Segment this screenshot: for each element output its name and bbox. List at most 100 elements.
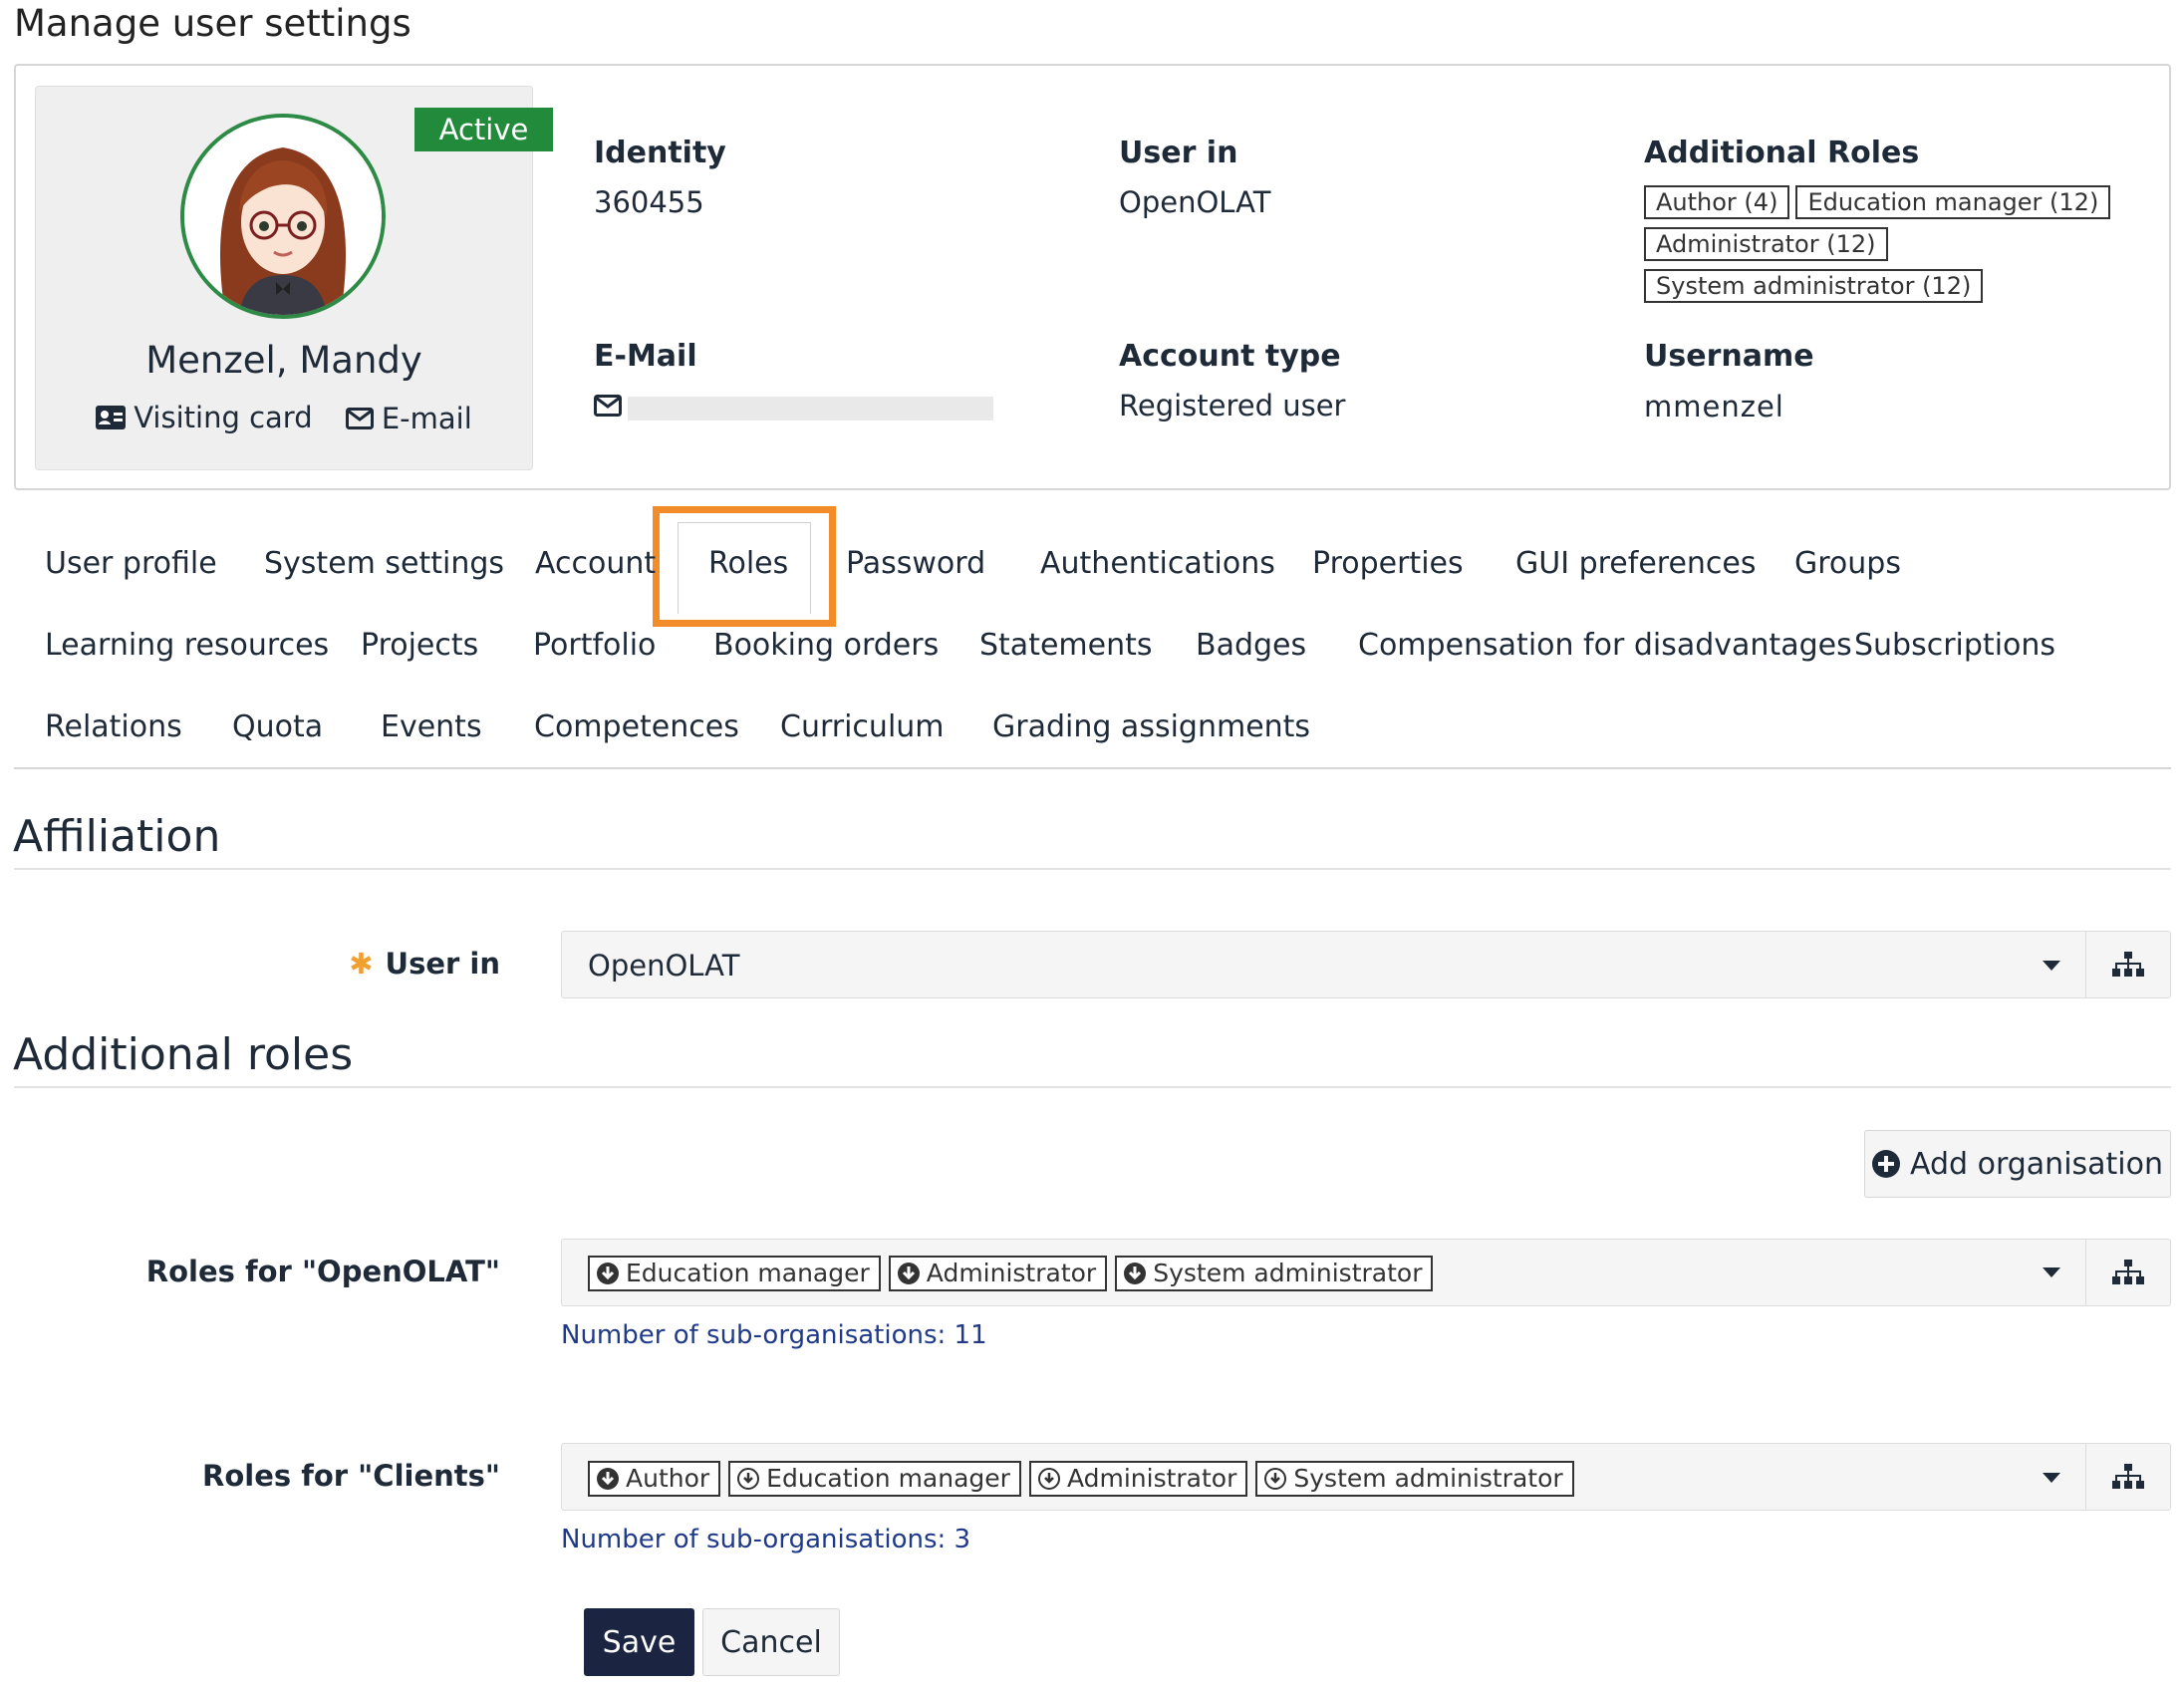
arrow-down-circle-icon [1124, 1263, 1147, 1284]
user-name: Menzel, Mandy [145, 339, 422, 382]
tab-compensation-for-disadvantages[interactable]: Compensation for disadvantages [1358, 628, 1852, 663]
role-chip-label: System administrator [1153, 1259, 1423, 1287]
sitemap-icon [2112, 1464, 2144, 1489]
role-tag: Education manager (12) [1795, 185, 2111, 219]
org-tree-button[interactable] [2085, 1239, 2171, 1306]
plus-circle-icon [1871, 1150, 1900, 1178]
user-in-label: User in [1119, 136, 1238, 170]
identity-label: Identity [594, 136, 726, 170]
tabs-divider [14, 767, 2171, 769]
sub-organisations-link[interactable]: Number of sub-organisations: 11 [561, 1320, 987, 1350]
tab-roles[interactable]: Roles [708, 546, 788, 581]
account-type-label: Account type [1119, 339, 1341, 374]
tab-gui-preferences[interactable]: GUI preferences [1515, 546, 1757, 581]
sitemap-icon [2112, 1260, 2144, 1284]
tab-groups[interactable]: Groups [1794, 546, 1901, 581]
tab-user-profile[interactable]: User profile [45, 546, 217, 581]
arrow-down-circle-icon [597, 1263, 619, 1284]
save-button[interactable]: Save [584, 1608, 694, 1676]
role-chip[interactable]: System administrator [1255, 1461, 1574, 1497]
role-chip[interactable]: Administrator [1028, 1461, 1248, 1497]
chevron-down-icon [2043, 1473, 2060, 1483]
arrow-down-circle-icon [597, 1468, 619, 1490]
id-card-icon [96, 406, 127, 429]
identity-value: 360455 [594, 185, 704, 219]
org-tree-button[interactable] [2085, 1443, 2171, 1511]
roles-openolat-chips: Education manager Administrator System a… [588, 1256, 1441, 1291]
role-chip[interactable]: Education manager [728, 1461, 1021, 1497]
role-chip-label: Administrator [926, 1259, 1097, 1287]
email-link[interactable]: E-mail [345, 402, 472, 435]
role-chip-label: Administrator [1066, 1464, 1237, 1493]
account-type-value: Registered user [1119, 389, 1346, 422]
email-link-label: E-mail [381, 402, 472, 435]
arrow-down-circle-outline-icon [1264, 1468, 1287, 1490]
role-chip-label: Education manager [626, 1259, 870, 1287]
role-chip[interactable]: Administrator [888, 1256, 1108, 1291]
roles-openolat-label: Roles for "OpenOLAT" [145, 1255, 500, 1288]
org-tree-button[interactable] [2085, 931, 2171, 998]
username-value: mmenzel [1644, 390, 1784, 423]
chevron-down-icon [2043, 961, 2060, 971]
envelope-icon [345, 408, 374, 429]
role-tag: Author (4) [1644, 185, 1790, 219]
tab-competences[interactable]: Competences [534, 709, 739, 744]
tab-projects[interactable]: Projects [361, 628, 478, 663]
visiting-card-label: Visiting card [134, 401, 313, 434]
add-organisation-label: Add organisation [1909, 1146, 2164, 1182]
user-card-links: Visiting card E-mail [35, 401, 533, 436]
arrow-down-circle-outline-icon [1037, 1468, 1060, 1490]
visiting-card-link[interactable]: Visiting card [96, 401, 313, 434]
tab-portfolio[interactable]: Portfolio [533, 628, 656, 663]
tab-authentications[interactable]: Authentications [1040, 546, 1275, 581]
envelope-icon [594, 395, 622, 417]
additional-roles-divider [14, 1086, 2171, 1088]
tab-relations[interactable]: Relations [45, 709, 182, 744]
email-label: E-Mail [594, 339, 697, 374]
additional-roles-tags: Author (4) Education manager (12) Adminis… [1644, 185, 2142, 311]
affiliation-user-in-label-text: User in [385, 947, 500, 981]
required-star-icon: ✱ [349, 947, 374, 981]
role-chip-label: Author [626, 1464, 710, 1493]
user-in-select[interactable] [561, 931, 2086, 998]
tab-password[interactable]: Password [846, 546, 985, 581]
tab-properties[interactable]: Properties [1312, 546, 1464, 581]
tab-account[interactable]: Account [535, 546, 656, 581]
additional-roles-title: Additional roles [13, 1029, 354, 1080]
affiliation-divider [14, 868, 2171, 870]
role-chip[interactable]: Education manager [588, 1256, 881, 1291]
affiliation-user-in-label: ✱ User in [279, 947, 500, 981]
redacted-email [628, 397, 993, 421]
tab-quota[interactable]: Quota [232, 709, 323, 744]
tab-events[interactable]: Events [381, 709, 482, 744]
sub-organisations-link[interactable]: Number of sub-organisations: 3 [561, 1525, 970, 1554]
tab-grading-assignments[interactable]: Grading assignments [992, 709, 1310, 744]
user-in-select-value: OpenOLAT [588, 949, 740, 983]
page-title: Manage user settings [14, 2, 411, 45]
role-chip-label: System administrator [1293, 1464, 1563, 1493]
avatar [180, 114, 386, 319]
tab-subscriptions[interactable]: Subscriptions [1854, 628, 2055, 663]
role-chip-label: Education manager [766, 1464, 1010, 1493]
arrow-down-circle-icon [897, 1263, 920, 1284]
tab-system-settings[interactable]: System settings [264, 546, 504, 581]
user-in-value: OpenOLAT [1119, 185, 1271, 219]
arrow-down-circle-outline-icon [737, 1468, 760, 1490]
tab-statements[interactable]: Statements [979, 628, 1153, 663]
role-chip[interactable]: Author [588, 1461, 721, 1497]
tab-badges[interactable]: Badges [1196, 628, 1306, 663]
tab-booking-orders[interactable]: Booking orders [713, 628, 939, 663]
role-tag: System administrator (12) [1644, 269, 1984, 303]
roles-clients-chips: Author Education manager Administrator S… [588, 1461, 1582, 1497]
role-tag: Administrator (12) [1644, 227, 1888, 261]
tab-learning-resources[interactable]: Learning resources [45, 628, 329, 663]
additional-roles-label: Additional Roles [1644, 136, 1920, 170]
add-organisation-button[interactable]: Add organisation [1864, 1130, 2171, 1198]
sitemap-icon [2112, 952, 2144, 977]
roles-clients-label: Roles for "Clients" [202, 1459, 500, 1493]
role-chip[interactable]: System administrator [1115, 1256, 1434, 1291]
chevron-down-icon [2043, 1267, 2060, 1277]
tab-curriculum[interactable]: Curriculum [780, 709, 945, 744]
cancel-button[interactable]: Cancel [702, 1608, 840, 1676]
status-badge: Active [414, 108, 553, 151]
